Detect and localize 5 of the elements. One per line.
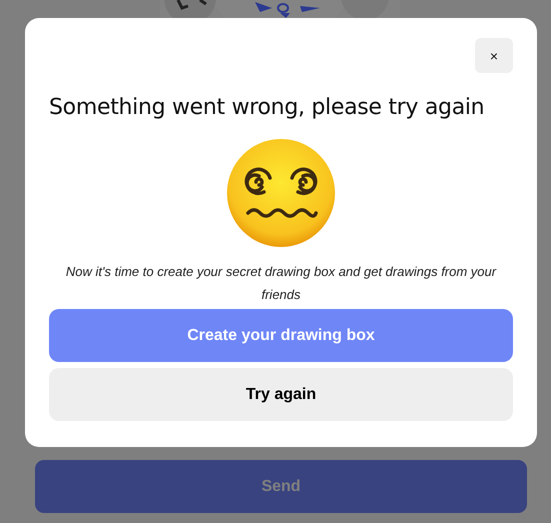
dizzy-face-icon <box>226 138 336 248</box>
dialog-title: Something went wrong, please try again <box>49 95 486 120</box>
close-button[interactable]: × <box>475 38 513 73</box>
dialog-message: Now it's time to create your secret drawing box and get drawings from your friends <box>64 263 498 304</box>
retry-button[interactable]: Try again <box>49 368 513 421</box>
